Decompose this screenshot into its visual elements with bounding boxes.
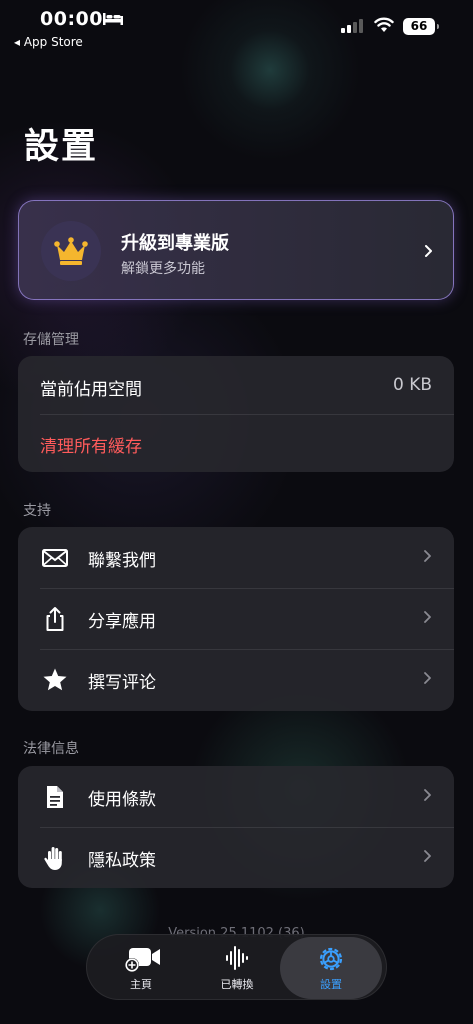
share-app-label: 分享應用	[88, 612, 156, 632]
tab-home-label: 主頁	[130, 978, 152, 991]
document-icon	[47, 786, 63, 808]
storage-section-label: 存儲管理	[23, 332, 79, 348]
tab-home[interactable]: 主頁	[91, 935, 191, 1001]
chevron-right-icon	[424, 850, 431, 862]
chevron-right-icon	[424, 789, 431, 801]
storage-usage-label: 當前佔用空間	[40, 380, 142, 400]
contact-us-row[interactable]: 聯繫我們	[18, 527, 454, 589]
terms-of-use-row[interactable]: 使用條款	[18, 766, 454, 828]
contact-us-label: 聯繫我們	[88, 551, 156, 571]
storage-usage-row: 當前佔用空間 0 KB	[18, 356, 454, 418]
waveform-icon	[226, 946, 248, 970]
mail-icon	[42, 549, 68, 567]
tab-settings-label: 設置	[320, 978, 342, 991]
tab-bar: 主頁 已轉換 設置	[86, 934, 387, 1000]
hand-icon	[44, 847, 62, 870]
sleep-focus-icon	[103, 13, 123, 25]
back-to-app-store-link[interactable]: ◂ App Store	[14, 35, 83, 49]
chevron-right-icon	[424, 611, 431, 623]
storage-card: 當前佔用空間 0 KB 清理所有緩存	[18, 356, 454, 472]
tab-settings[interactable]: 設置	[280, 937, 382, 999]
status-bar: 00:00 ◂ App Store 66	[0, 0, 473, 60]
chevron-right-icon	[424, 550, 431, 562]
write-review-row[interactable]: 撰写评论	[18, 649, 454, 711]
wifi-icon	[374, 17, 394, 32]
write-review-label: 撰写评论	[88, 673, 156, 693]
gear-icon	[319, 947, 343, 971]
clear-cache-row[interactable]: 清理所有緩存	[18, 413, 454, 475]
crown-icon	[54, 237, 88, 265]
battery-indicator: 66	[403, 18, 439, 35]
tab-converted-label: 已轉換	[220, 978, 254, 991]
clock: 00:00	[40, 8, 103, 30]
legal-card: 使用條款 隱私政策	[18, 766, 454, 888]
share-icon	[46, 607, 64, 631]
video-add-icon	[125, 948, 160, 972]
support-card: 聯繫我們 分享應用 撰写评论	[18, 527, 454, 711]
cellular-signal-icon	[341, 19, 363, 33]
share-app-row[interactable]: 分享應用	[18, 588, 454, 650]
chevron-right-icon	[424, 672, 431, 684]
crown-badge	[41, 221, 101, 281]
star-icon	[43, 668, 67, 691]
clear-cache-button[interactable]: 清理所有緩存	[40, 432, 142, 457]
privacy-policy-label: 隱私政策	[88, 851, 156, 871]
upgrade-pro-card[interactable]: 升級到專業版 解鎖更多功能	[18, 200, 454, 300]
upgrade-title: 升級到專業版	[121, 233, 229, 254]
chevron-right-icon	[425, 245, 432, 257]
terms-of-use-label: 使用條款	[88, 790, 156, 810]
upgrade-subtitle: 解鎖更多功能	[121, 261, 205, 277]
tab-converted[interactable]: 已轉換	[187, 935, 287, 1001]
page-title: 設置	[24, 127, 99, 167]
storage-usage-value: 0 KB	[392, 375, 432, 395]
privacy-policy-row[interactable]: 隱私政策	[18, 827, 454, 889]
legal-section-label: 法律信息	[23, 741, 79, 757]
support-section-label: 支持	[23, 503, 51, 519]
